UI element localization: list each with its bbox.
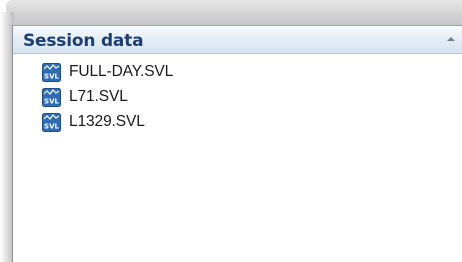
session-file-list: SVL FULL-DAY.SVL SVL L71.SVL SVL L1329.S… (13, 55, 462, 136)
panel-title: Session data (23, 31, 144, 51)
svl-file-icon: SVL (42, 63, 61, 82)
list-item[interactable]: SVL L71.SVL (13, 86, 462, 111)
file-name: L1329.SVL (69, 113, 145, 130)
svl-file-icon: SVL (42, 113, 61, 132)
svg-text:SVL: SVL (44, 73, 59, 81)
svg-text:SVL: SVL (44, 98, 59, 106)
svl-file-icon: SVL (42, 88, 61, 107)
svg-text:SVL: SVL (44, 123, 59, 131)
list-item[interactable]: SVL FULL-DAY.SVL (13, 61, 462, 86)
file-name: L71.SVL (69, 88, 128, 105)
caret-up-icon[interactable] (445, 34, 457, 44)
file-name: FULL-DAY.SVL (69, 63, 174, 80)
session-data-panel: Session data SVL FULL-DAY.SVL SVL L71.SV… (12, 25, 462, 262)
panel-header: Session data (13, 26, 462, 54)
list-item[interactable]: SVL L1329.SVL (13, 111, 462, 136)
